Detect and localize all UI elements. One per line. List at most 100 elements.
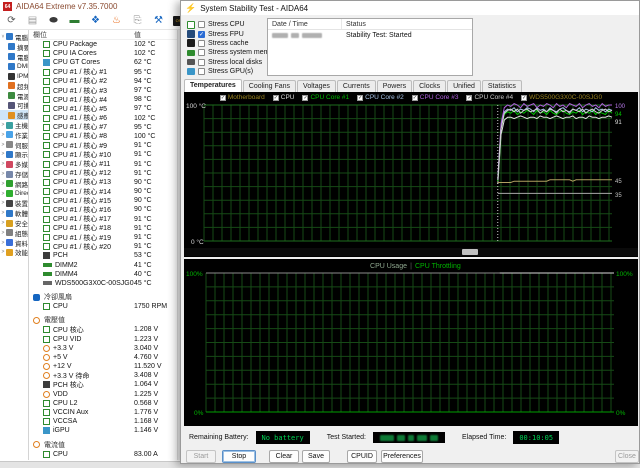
config-icon	[6, 229, 13, 237]
volt-icon	[43, 353, 50, 361]
database-icon	[6, 239, 13, 247]
svg-text:100%: 100%	[186, 271, 203, 278]
tab-clocks[interactable]: Clocks	[413, 80, 447, 92]
stress-checkbox[interactable]	[198, 39, 205, 47]
tab-temperatures[interactable]: Temperatures	[184, 79, 242, 92]
log-col-datetime: Date / Time	[268, 19, 342, 29]
storage-icon	[6, 170, 13, 178]
stress-checkbox[interactable]	[198, 68, 205, 76]
computer-icon	[8, 43, 15, 51]
sensor-value: 0.568 V	[134, 399, 159, 407]
tree-item-config[interactable]: ˃ 組態	[0, 228, 28, 238]
stop-button[interactable]: Stop	[222, 450, 256, 463]
aida64-logo-icon: 64	[3, 2, 12, 11]
burn-icon[interactable]: ♨	[110, 15, 123, 27]
stress-option: Stress CPU	[187, 20, 279, 29]
legend-checkbox[interactable]: ✓	[219, 94, 226, 101]
clipboard-icon[interactable]: ⎘	[131, 15, 144, 27]
sensor-value: 3.408 V	[134, 372, 159, 380]
memory-icon	[187, 49, 195, 56]
tree-item-media[interactable]: ˃多媒體	[0, 159, 28, 169]
cpu-icon	[43, 50, 50, 58]
graph-scrollbar-thumb[interactable]	[462, 249, 478, 255]
cpu-icon	[43, 178, 50, 186]
preferences-button[interactable]: Preferences	[381, 450, 423, 463]
device-icon	[8, 72, 15, 80]
stress-option: Stress local disks	[187, 58, 279, 67]
legend-checkbox[interactable]: ✓	[302, 94, 309, 101]
legend-checkbox[interactable]: ✓	[411, 94, 418, 101]
sensor-label: PCH	[53, 252, 68, 260]
tree-item-display[interactable]: ˃顯示裝置	[0, 150, 28, 159]
tree-item-database[interactable]: ˃資料庫	[0, 238, 28, 248]
sensor-value: 98 °C	[134, 96, 152, 104]
tab-cooling-fans[interactable]: Cooling Fans	[242, 80, 297, 92]
stress-checkbox[interactable]	[198, 58, 205, 66]
tree-item-computer[interactable]: DMI	[0, 61, 28, 71]
tree-item-directx[interactable]: ˃DirectX	[0, 189, 28, 199]
legend-checkbox[interactable]: ✓	[521, 94, 528, 101]
tree-item-board[interactable]: ˃主機板	[0, 120, 28, 130]
refresh-icon[interactable]: ⟳	[5, 15, 18, 27]
cpu-icon	[43, 326, 50, 334]
tab-currents[interactable]: Currents	[336, 80, 376, 92]
software-icon	[6, 209, 13, 217]
sensor-row: CPU 1750 RPM	[29, 302, 183, 311]
tools-icon[interactable]: ⚒	[152, 15, 165, 27]
status-lcd: No battery	[255, 431, 310, 444]
sensor-value: 91 °C	[134, 160, 152, 168]
legend-label: CPU Core #2	[365, 94, 404, 101]
clear-button[interactable]: Clear	[269, 450, 299, 463]
save-button[interactable]: Save	[302, 450, 330, 463]
legend-checkbox[interactable]: ✓	[357, 94, 364, 101]
tree-item-benchmark[interactable]: ˃效能測試	[0, 248, 28, 257]
sensor-row: CPU 核心 1.208 V	[29, 325, 183, 334]
stress-checkbox[interactable]	[198, 21, 205, 29]
report-icon[interactable]: ▤	[26, 15, 39, 27]
sensor-value: 90 °C	[134, 178, 152, 186]
tab-statistics[interactable]: Statistics	[481, 80, 522, 92]
tree-item-computer[interactable]: 電腦名稱	[0, 52, 28, 62]
tree-item-server[interactable]: ˃伺服器	[0, 140, 28, 150]
motherboard-icon[interactable]: ⬬	[47, 15, 60, 27]
tree-item-label: 超頻	[17, 83, 29, 91]
share-icon[interactable]: ❖	[89, 15, 102, 27]
tab-unified[interactable]: Unified	[447, 80, 481, 92]
volt-icon	[43, 372, 50, 380]
cpuid-button[interactable]: CPUID	[347, 450, 377, 463]
stress-label: Stress CPU	[208, 21, 245, 29]
stress-checkbox[interactable]: ✓	[198, 30, 205, 38]
legend-checkbox[interactable]: ✓	[272, 94, 279, 101]
sensor-row: DIMM2 41 °C	[29, 261, 183, 270]
tree-item-storage[interactable]: ˃存儲裝置	[0, 169, 28, 179]
tree-item-software[interactable]: ˃ 軟體	[0, 208, 28, 218]
sensor-label: CPU #1 / 核心 #20	[53, 243, 111, 251]
tree-item-laptop[interactable]: 可攜式電腦	[0, 101, 28, 110]
cpu-icon	[43, 41, 50, 49]
graph-scrollbar[interactable]	[184, 248, 638, 256]
tree-item-sensor[interactable]: 感應器	[0, 110, 28, 120]
sensor-label: DIMM4	[55, 270, 78, 278]
legend-checkbox[interactable]: ✓	[466, 94, 473, 101]
stress-checkbox[interactable]	[198, 49, 205, 57]
tree-item-battery[interactable]: 電源管理	[0, 91, 28, 101]
tree-item-device[interactable]: IPMI	[0, 71, 28, 81]
tree-item-computer[interactable]: ˅ 電腦	[0, 32, 28, 42]
tree-item-flame[interactable]: 超頻	[0, 81, 28, 91]
tree-item-os[interactable]: ˃作業系統	[0, 130, 28, 140]
tree-item-computer[interactable]: 摘要	[0, 42, 28, 52]
tab-voltages[interactable]: Voltages	[297, 80, 336, 92]
tree-item-security[interactable]: ˃安全性	[0, 218, 28, 228]
tab-powers[interactable]: Powers	[376, 80, 413, 92]
cpu-icon	[43, 399, 50, 407]
tree-item-devices[interactable]: ˃ 裝置	[0, 199, 28, 208]
memory-icon[interactable]: ▬	[68, 15, 81, 27]
volt-icon	[43, 390, 50, 398]
sensor-value: 102 °C	[134, 41, 156, 49]
sensor-label: PCH 核心	[53, 381, 84, 389]
tree-item-network[interactable]: ˃ 網路	[0, 179, 28, 189]
legend-label: CPU Core #1	[310, 94, 350, 101]
security-icon	[6, 219, 13, 227]
tree-item-label: 電源管理	[17, 93, 29, 101]
tree-item-label: 資料庫	[15, 240, 28, 248]
